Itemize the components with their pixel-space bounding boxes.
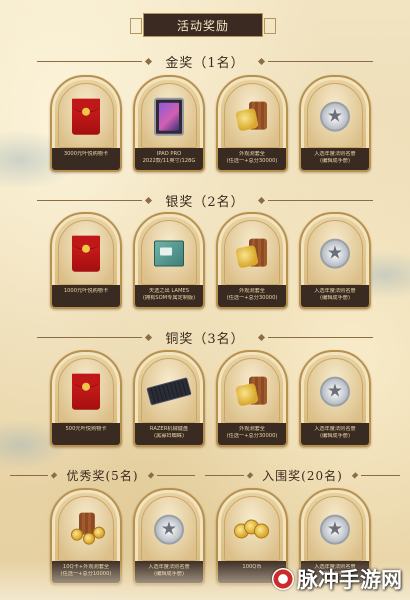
prize-label: 天选之出 LAMES (拥有SOM专属定制版) [135, 285, 203, 307]
section-title: 优秀奖(5名) [66, 468, 139, 483]
prize-card: ★ 入选年度法则名册(编辑成手册) [299, 212, 371, 309]
prize-image: ★ [307, 496, 363, 561]
coins-icon [234, 517, 270, 541]
prize-card: 3000元叶悦购物卡 [50, 75, 122, 172]
prize-label: 3000元叶悦购物卡 [52, 148, 120, 170]
page-title: 活动奖励 [130, 13, 276, 37]
prize-label-line: 外观测套全 [239, 288, 265, 294]
prize-label-line: (黑寡妇蜘蛛) [154, 433, 184, 439]
watermark: 脉冲手游网 [272, 564, 402, 594]
prize-image [141, 358, 197, 423]
prize-image [58, 83, 114, 148]
section-title: 金奖（1名） [165, 55, 245, 71]
prize-label-line: (编辑成手册) [320, 295, 350, 301]
prize-image [224, 358, 280, 423]
prize-label-line: (任选一+总分30000) [226, 295, 278, 301]
watermark-logo-icon [272, 568, 294, 590]
prize-label-line: 外观测套全 [239, 426, 265, 432]
gift-pack-icon [235, 374, 269, 408]
watermark-text: 脉冲手游网 [297, 568, 402, 592]
gift-pack-icon [235, 236, 269, 270]
mixed-gift-icon [69, 512, 105, 546]
prize-label: 外观测套全 (任选一+总分30000) [218, 148, 286, 170]
keyboard-icon [146, 376, 192, 405]
prize-card: 天选之出 LAMES (拥有SOM专属定制版) [133, 212, 205, 309]
page-title-text: 活动奖励 [176, 18, 229, 33]
section-header-gold: 金奖（1名） [0, 51, 410, 71]
prize-card: 500元叶悦购物卡 [50, 350, 122, 447]
prize-image: ★ [141, 496, 197, 561]
prize-image: ★ [307, 358, 363, 423]
red-envelope-icon [72, 98, 100, 135]
prize-image: ★ [307, 220, 363, 285]
prize-image [58, 358, 114, 423]
prize-image [58, 220, 114, 285]
prize-image [58, 496, 114, 561]
prize-label-line: 2022款/11英寸/128G [142, 158, 196, 164]
gift-pack-icon [235, 99, 269, 133]
prize-label: 入选年度法则名册(编辑成手册) [301, 148, 369, 170]
star-badge-icon: ★ [154, 514, 184, 545]
prize-label: 入选年度法则名册(编辑成手册) [301, 423, 369, 445]
prize-image [224, 220, 280, 285]
prize-label-line: 1000元叶悦购物卡 [63, 288, 109, 294]
red-envelope-icon [72, 373, 100, 410]
reward-page: 活动奖励 金奖（1名） 银奖（2名） 铜奖（3名） 优秀奖(5名) 入围奖(20… [0, 0, 410, 600]
prize-image [224, 83, 280, 148]
section-title: 银奖（2名） [165, 194, 245, 210]
prize-label-line: 500元叶悦购物卡 [65, 426, 107, 432]
prize-label-line: (编辑成手册) [320, 433, 350, 439]
prize-label-line: 外观测套全 [239, 151, 265, 157]
prize-label: 1000元叶悦购物卡 [52, 285, 120, 307]
prize-label-line: 入选年度法则名册 [314, 426, 356, 432]
section-header-bronze: 铜奖（3名） [0, 327, 410, 347]
prize-label-line: 天选之出 LAMES [148, 288, 189, 294]
prize-label: RAZER机械键盘 (黑寡妇蜘蛛) [135, 423, 203, 445]
prize-label-line: (编辑成手册) [320, 158, 350, 164]
prize-card: 外观测套全 (任选一+总分30000) [216, 212, 288, 309]
prize-label: IPAD PRO 2022款/11英寸/128G [135, 148, 203, 170]
prize-label: 入选年度法则名册(编辑成手册) [301, 285, 369, 307]
section-header-silver: 银奖（2名） [0, 190, 410, 210]
star-badge-icon: ★ [320, 514, 350, 545]
prize-label-line: (任选一+总分30000) [226, 433, 278, 439]
section-header-finalist: 入围奖(20名) [205, 465, 400, 485]
computer-box-icon [154, 240, 184, 267]
star-badge-icon: ★ [320, 376, 350, 407]
prize-card: IPAD PRO 2022款/11英寸/128G [133, 75, 205, 172]
prize-card: RAZER机械键盘 (黑寡妇蜘蛛) [133, 350, 205, 447]
prize-image: ★ [307, 83, 363, 148]
prize-card: 1000元叶悦购物卡 [50, 212, 122, 309]
prize-label: 外观测套全 (任选一+总分30000) [218, 285, 286, 307]
prize-label-line: 入选年度法则名册 [314, 288, 356, 294]
star-badge-icon: ★ [320, 238, 350, 269]
prize-card: 外观测套全 (任选一+总分30000) [216, 75, 288, 172]
prize-label-line: (任选一+总分30000) [226, 158, 278, 164]
tablet-icon [154, 97, 184, 136]
red-envelope-icon [72, 235, 100, 272]
star-badge-icon: ★ [320, 101, 350, 132]
prize-label-line: 3000元叶悦购物卡 [63, 151, 109, 157]
prize-label: 外观测套全 (任选一+总分30000) [218, 423, 286, 445]
prize-label-line: IPAD PRO [156, 151, 182, 157]
prize-card: ★ 入选年度法则名册(编辑成手册) [299, 75, 371, 172]
prize-image [141, 83, 197, 148]
prize-card: 外观测套全 (任选一+总分30000) [216, 350, 288, 447]
prize-image [224, 496, 280, 561]
prize-label-line: (拥有SOM专属定制版) [142, 295, 196, 301]
section-header-excellent: 优秀奖(5名) [10, 465, 195, 485]
prize-label: 500元叶悦购物卡 [52, 423, 120, 445]
section-title: 入围奖(20名) [262, 468, 343, 483]
prize-card: ★ 入选年度法则名册(编辑成手册) [299, 350, 371, 447]
prize-label-line: 入选年度法则名册 [314, 151, 356, 157]
prize-image [141, 220, 197, 285]
prize-label-line: RAZER机械键盘 [149, 426, 189, 432]
section-title: 铜奖（3名） [165, 331, 245, 347]
